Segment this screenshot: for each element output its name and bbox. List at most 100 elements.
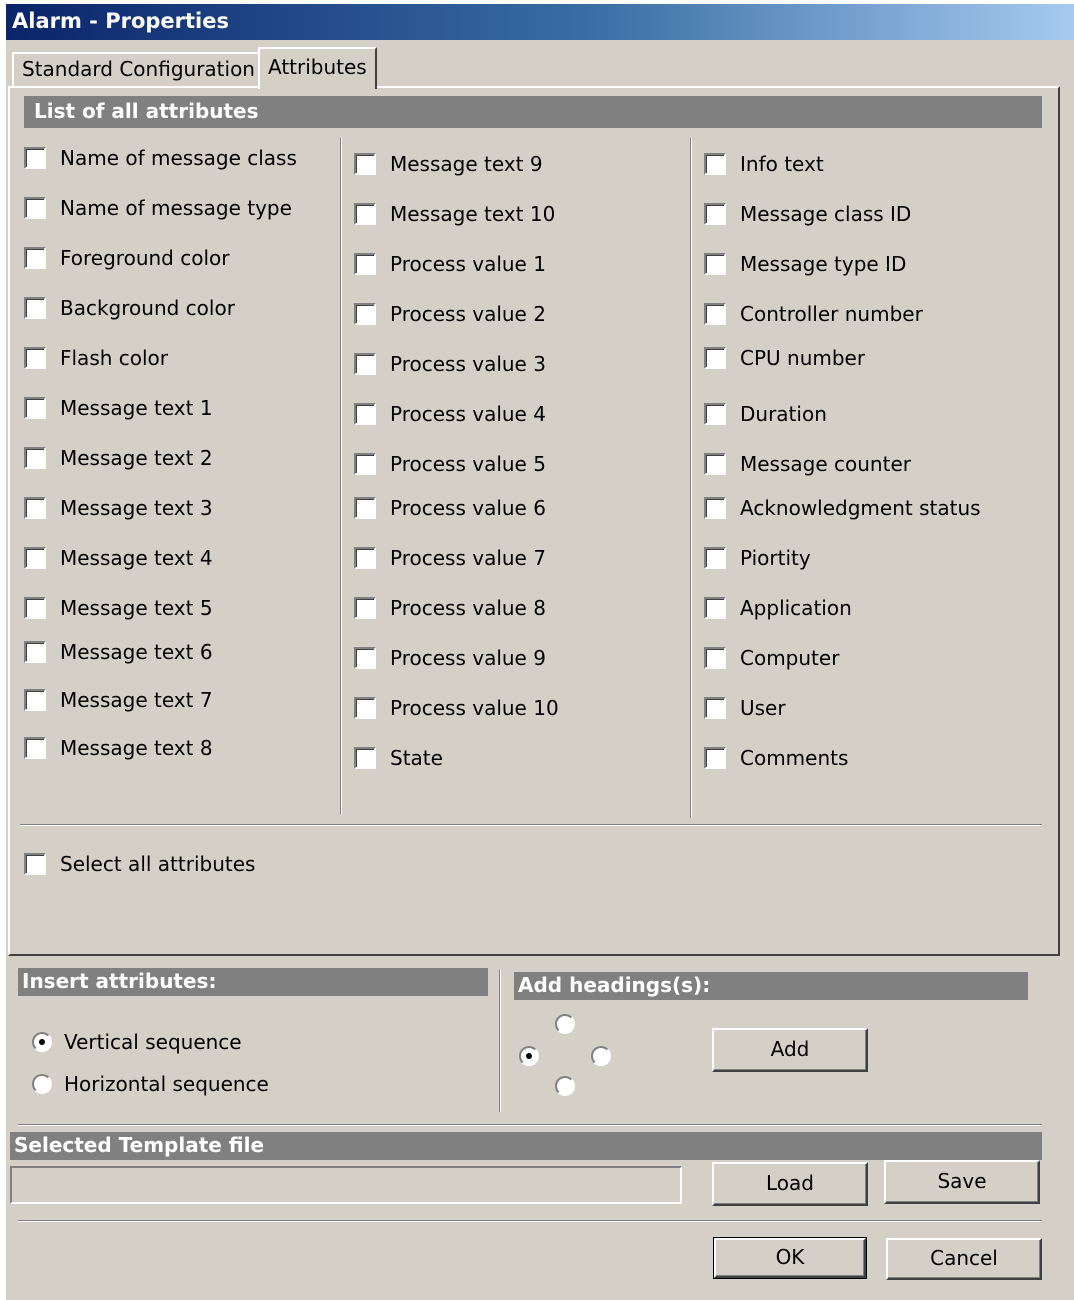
- checkbox-process-value-9[interactable]: Process value 9: [354, 646, 546, 670]
- checkbox-computer[interactable]: Computer: [704, 646, 839, 670]
- checkbox-info-text[interactable]: Info text: [704, 152, 824, 176]
- checkbox-box[interactable]: [354, 597, 376, 619]
- checkbox-process-value-6[interactable]: Process value 6: [354, 496, 546, 520]
- checkbox-box[interactable]: [24, 547, 46, 569]
- checkbox-box[interactable]: [704, 303, 726, 325]
- checkbox-box[interactable]: [24, 853, 46, 875]
- checkbox-process-value-5[interactable]: Process value 5: [354, 452, 546, 476]
- checkbox-application[interactable]: Application: [704, 596, 852, 620]
- checkbox-box[interactable]: [24, 737, 46, 759]
- checkbox-box[interactable]: [354, 697, 376, 719]
- checkbox-box[interactable]: [354, 353, 376, 375]
- checkbox-process-value-7[interactable]: Process value 7: [354, 546, 546, 570]
- checkbox-box[interactable]: [704, 497, 726, 519]
- add-button[interactable]: Add: [712, 1028, 868, 1072]
- checkbox-message-text-8[interactable]: Message text 8: [24, 736, 213, 760]
- checkbox-message-text-2[interactable]: Message text 2: [24, 446, 213, 470]
- radio-indicator[interactable]: [32, 1032, 52, 1052]
- checkbox-message-text-10[interactable]: Message text 10: [354, 202, 555, 226]
- heading-position-bottom-radio[interactable]: [555, 1076, 587, 1096]
- checkbox-box[interactable]: [354, 453, 376, 475]
- checkbox-box[interactable]: [354, 497, 376, 519]
- checkbox-message-type-id[interactable]: Message type ID: [704, 252, 906, 276]
- checkbox-box[interactable]: [704, 697, 726, 719]
- checkbox-flash-color[interactable]: Flash color: [24, 346, 168, 370]
- checkbox-process-value-4[interactable]: Process value 4: [354, 402, 546, 426]
- title-bar[interactable]: Alarm - Properties: [6, 4, 1074, 40]
- checkbox-controller-number[interactable]: Controller number: [704, 302, 923, 326]
- checkbox-box[interactable]: [354, 303, 376, 325]
- radio-indicator[interactable]: [519, 1046, 539, 1066]
- radio-indicator[interactable]: [32, 1074, 52, 1094]
- save-button[interactable]: Save: [884, 1160, 1040, 1204]
- checkbox-box[interactable]: [704, 547, 726, 569]
- checkbox-process-value-8[interactable]: Process value 8: [354, 596, 546, 620]
- load-button[interactable]: Load: [712, 1162, 868, 1206]
- checkbox-box[interactable]: [704, 647, 726, 669]
- radio-indicator[interactable]: [555, 1014, 575, 1034]
- checkbox-background-color[interactable]: Background color: [24, 296, 235, 320]
- checkbox-message-class-id[interactable]: Message class ID: [704, 202, 911, 226]
- checkbox-box[interactable]: [704, 347, 726, 369]
- radio-indicator[interactable]: [591, 1046, 611, 1066]
- checkbox-process-value-1[interactable]: Process value 1: [354, 252, 546, 276]
- checkbox-cpu-number[interactable]: CPU number: [704, 346, 865, 370]
- tab-standard-configuration[interactable]: Standard Configuration: [12, 52, 265, 86]
- checkbox-state[interactable]: State: [354, 746, 443, 770]
- ok-button[interactable]: OK: [713, 1237, 867, 1279]
- tab-attributes[interactable]: Attributes: [258, 47, 377, 89]
- checkbox-message-text-5[interactable]: Message text 5: [24, 596, 213, 620]
- checkbox-box[interactable]: [24, 641, 46, 663]
- checkbox-box[interactable]: [704, 403, 726, 425]
- checkbox-comments[interactable]: Comments: [704, 746, 848, 770]
- checkbox-box[interactable]: [354, 547, 376, 569]
- heading-position-right-radio[interactable]: [591, 1046, 623, 1066]
- checkbox-box[interactable]: [24, 397, 46, 419]
- checkbox-duration[interactable]: Duration: [704, 402, 827, 426]
- checkbox-box[interactable]: [24, 247, 46, 269]
- checkbox-box[interactable]: [354, 403, 376, 425]
- horizontal-sequence-radio[interactable]: Horizontal sequence: [32, 1072, 269, 1096]
- heading-position-left-radio[interactable]: [519, 1046, 551, 1066]
- checkbox-message-text-9[interactable]: Message text 9: [354, 152, 543, 176]
- checkbox-message-counter[interactable]: Message counter: [704, 452, 911, 476]
- checkbox-box[interactable]: [24, 447, 46, 469]
- checkbox-process-value-2[interactable]: Process value 2: [354, 302, 546, 326]
- checkbox-message-text-3[interactable]: Message text 3: [24, 496, 213, 520]
- checkbox-box[interactable]: [354, 253, 376, 275]
- checkbox-process-value-3[interactable]: Process value 3: [354, 352, 546, 376]
- checkbox-box[interactable]: [354, 747, 376, 769]
- checkbox-box[interactable]: [704, 253, 726, 275]
- checkbox-box[interactable]: [354, 153, 376, 175]
- template-file-path-field[interactable]: [10, 1166, 682, 1204]
- checkbox-name-of-message-type[interactable]: Name of message type: [24, 196, 292, 220]
- checkbox-foreground-color[interactable]: Foreground color: [24, 246, 229, 270]
- checkbox-message-text-6[interactable]: Message text 6: [24, 640, 213, 664]
- cancel-button[interactable]: Cancel: [886, 1238, 1042, 1280]
- checkbox-user[interactable]: User: [704, 696, 786, 720]
- checkbox-name-of-message-class[interactable]: Name of message class: [24, 146, 297, 170]
- checkbox-process-value-10[interactable]: Process value 10: [354, 696, 559, 720]
- radio-indicator[interactable]: [555, 1076, 575, 1096]
- checkbox-acknowledgment-status[interactable]: Acknowledgment status: [704, 496, 981, 520]
- checkbox-box[interactable]: [704, 747, 726, 769]
- checkbox-box[interactable]: [354, 647, 376, 669]
- checkbox-message-text-4[interactable]: Message text 4: [24, 546, 213, 570]
- checkbox-box[interactable]: [24, 347, 46, 369]
- checkbox-box[interactable]: [704, 453, 726, 475]
- checkbox-box[interactable]: [704, 597, 726, 619]
- vertical-sequence-radio[interactable]: Vertical sequence: [32, 1030, 242, 1054]
- checkbox-box[interactable]: [354, 203, 376, 225]
- select-all-attributes-checkbox[interactable]: Select all attributes: [24, 852, 255, 876]
- checkbox-message-text-1[interactable]: Message text 1: [24, 396, 213, 420]
- checkbox-box[interactable]: [24, 597, 46, 619]
- checkbox-box[interactable]: [24, 297, 46, 319]
- checkbox-box[interactable]: [24, 497, 46, 519]
- checkbox-piortity[interactable]: Piortity: [704, 546, 811, 570]
- checkbox-box[interactable]: [704, 153, 726, 175]
- checkbox-box[interactable]: [24, 147, 46, 169]
- checkbox-box[interactable]: [24, 197, 46, 219]
- checkbox-message-text-7[interactable]: Message text 7: [24, 688, 213, 712]
- checkbox-box[interactable]: [704, 203, 726, 225]
- heading-position-top-radio[interactable]: [555, 1014, 587, 1034]
